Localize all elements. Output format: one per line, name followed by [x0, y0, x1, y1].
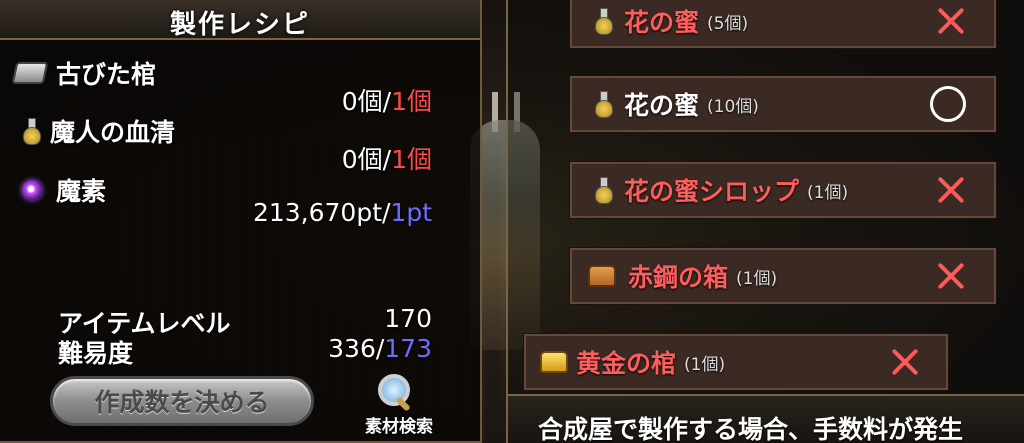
material-need: 1個 [391, 87, 432, 116]
material-count: 0個/1個 [342, 140, 432, 176]
product-qty: (1個) [736, 268, 778, 289]
product-qty: (1個) [684, 354, 726, 375]
recipe-title: 製作レシピ [169, 10, 310, 40]
material-need: 1個 [391, 145, 432, 174]
product-name: 花の蜜シロップ [624, 177, 800, 206]
notice-text: 合成屋で製作する場合、手数料が発生 [538, 415, 964, 443]
product-name: 花の蜜 [624, 91, 700, 120]
material-have: 0個/ [341, 87, 392, 116]
material-have: 213,670pt/ [252, 198, 391, 227]
potion-icon [594, 177, 613, 204]
product-item[interactable]: 花の蜜 (5個) [570, 0, 996, 48]
unavailable-x-icon [936, 175, 966, 205]
potion-icon [594, 91, 613, 118]
golden-coffin-icon [540, 351, 568, 373]
material-name: 魔素 [56, 177, 107, 206]
product-name: 花の蜜 [624, 8, 700, 37]
material-search-button[interactable]: 素材検索 [354, 372, 444, 438]
material-need: 1pt [390, 198, 432, 227]
unavailable-x-icon [936, 6, 966, 36]
available-circle-icon [930, 86, 966, 122]
material-name: 古びた棺 [56, 60, 157, 89]
product-item[interactable]: 花の蜜 (10個) [570, 76, 996, 132]
magnifier-icon [374, 372, 414, 412]
orb-icon [22, 180, 42, 200]
product-item-selected[interactable]: 黄金の棺 (1個) [524, 334, 948, 390]
unavailable-x-icon [890, 347, 920, 377]
material-search-label: 素材検索 [365, 417, 433, 437]
decide-quantity-label: 作成数を決める [94, 388, 270, 417]
decide-quantity-button[interactable]: 作成数を決める [50, 376, 314, 426]
unavailable-x-icon [936, 261, 966, 291]
product-name: 赤鋼の箱 [628, 263, 729, 292]
product-qty: (10個) [707, 96, 759, 117]
difficulty-label: 難易度 [58, 339, 134, 368]
material-count: 0個/1個 [342, 82, 432, 118]
red-steel-box-icon [588, 265, 616, 287]
material-have: 0個/ [341, 145, 392, 174]
product-item[interactable]: 赤鋼の箱 (1個) [570, 248, 996, 304]
potion-icon [594, 8, 613, 35]
material-name: 魔人の血清 [50, 118, 176, 147]
product-qty: (5個) [707, 13, 749, 34]
item-level-value: 170 [384, 304, 432, 333]
product-qty: (1個) [807, 182, 849, 203]
potion-icon [22, 118, 41, 145]
product-name: 黄金の棺 [576, 349, 677, 378]
recipe-header: 製作レシピ [0, 0, 480, 40]
difficulty-value: 336/173 [328, 334, 432, 363]
notice-bar: 合成屋で製作する場合、手数料が発生 [508, 394, 1024, 443]
product-item[interactable]: 花の蜜シロップ (1個) [570, 162, 996, 218]
material-count: 213,670pt/1pt [253, 198, 432, 227]
coffin-icon [11, 62, 49, 84]
difficulty-have: 336/ [328, 334, 385, 363]
difficulty-need: 173 [384, 334, 432, 363]
recipe-panel: 製作レシピ 古びた棺 0個/1個 魔人の血清 0個/1個 魔素 213,670p… [0, 0, 482, 443]
